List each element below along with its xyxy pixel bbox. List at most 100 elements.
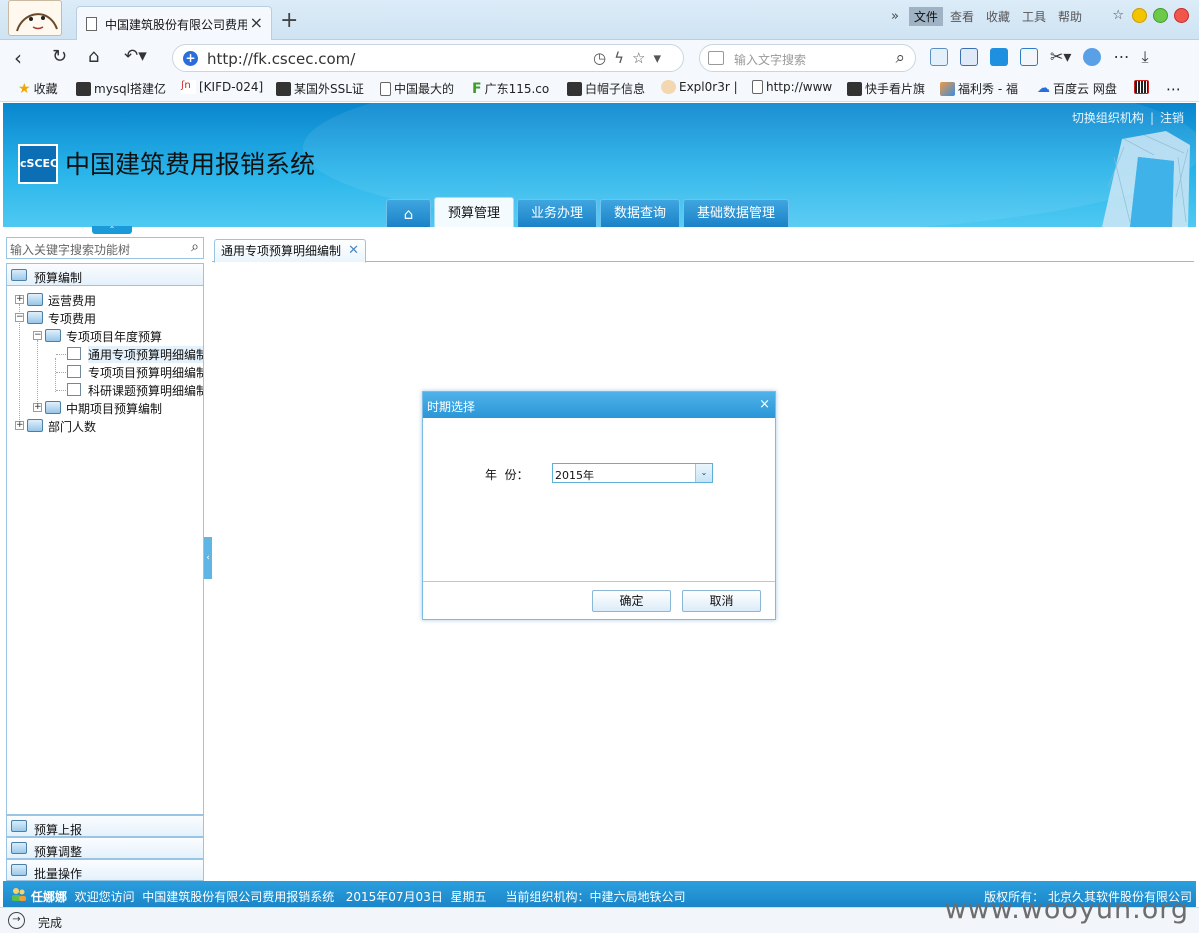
year-select[interactable]: 2015年 ⌄ [552, 463, 713, 483]
expand-icon[interactable]: + [15, 295, 24, 304]
star-icon: ★ [18, 80, 31, 97]
expand-icon[interactable]: + [33, 403, 42, 412]
logout-link[interactable]: 注销 [1160, 111, 1184, 125]
bookmark-item[interactable]: 快手看片旗 [847, 80, 925, 97]
bookmark-label: 中国最大的 [394, 82, 455, 96]
header-links: 切换组织机构 | 注销 [1071, 111, 1184, 125]
folder-icon [11, 864, 27, 876]
bookmark-label: 某国外SSL证 [294, 82, 364, 96]
tree-node-label: 通用专项预算明细编制 [88, 346, 203, 363]
maximize-button[interactable] [1153, 8, 1168, 23]
watermark: www.wooyun.org [944, 894, 1189, 925]
site-icon [661, 80, 676, 94]
translate-a-icon[interactable] [960, 48, 978, 66]
bookmark-item[interactable] [1134, 80, 1149, 94]
tab-business-handling[interactable]: 业务办理 [517, 199, 598, 227]
address-bar[interactable]: + http://fk.cscec.com/ ◷ϟ☆▾ [172, 44, 684, 72]
bookmark-item[interactable]: mysql搭建亿 [76, 80, 166, 97]
bookmark-favorites[interactable]: ★ 收藏 [18, 80, 58, 97]
tree-node-label: 中期项目预算编制 [66, 402, 163, 416]
menu-tools[interactable]: 工具 [1017, 7, 1051, 26]
address-bar-icons[interactable]: ◷ϟ☆▾ [593, 49, 669, 67]
tab-base-data-management[interactable]: 基础数据管理 [683, 199, 790, 227]
bookmark-item[interactable]: http://www [752, 80, 832, 94]
collapse-header-handle[interactable]: ⌃ [92, 226, 132, 234]
tree-search-input[interactable]: 输入关键字搜索功能树 ⌕ [6, 237, 204, 259]
url-text[interactable]: http://fk.cscec.com/ [207, 50, 355, 68]
dialog-body: 年 份： 2015年 ⌄ [423, 418, 775, 582]
search-box[interactable]: 输入文字搜索 ⌕ [699, 44, 916, 72]
undo-icon[interactable]: ↶▾ [124, 46, 147, 66]
cancel-button[interactable]: 取消 [682, 590, 761, 612]
search-icon[interactable]: ⌕ [191, 239, 199, 255]
translate-icon[interactable] [930, 48, 948, 66]
bookmarks-more-icon[interactable]: ⋯ [1166, 80, 1181, 98]
ok-button[interactable]: 确定 [592, 590, 671, 612]
screenshot-icon[interactable] [990, 48, 1008, 66]
switch-org-link[interactable]: 切换组织机构 [1072, 111, 1144, 125]
tab-data-query[interactable]: 数据查询 [600, 199, 681, 227]
building-icon [1102, 131, 1190, 227]
period-select-dialog: 时期选择 × 年 份： 2015年 ⌄ 确定 取消 [422, 391, 776, 620]
bookmark-item[interactable]: 某国外SSL证 [276, 80, 364, 97]
chevron-down-icon[interactable]: ⌄ [695, 464, 712, 482]
search-icon[interactable]: ⌕ [895, 48, 905, 68]
section-budget-adjust[interactable]: 预算调整 [6, 837, 204, 859]
bookmark-item[interactable]: ☁ 百度云 网盘 [1037, 80, 1117, 97]
bookmark-item[interactable]: 中国最大的 [380, 80, 454, 97]
notes-icon[interactable] [1020, 48, 1038, 66]
browser-tab[interactable]: 中国建筑股份有限公司费用 × [76, 6, 272, 40]
collapse-icon[interactable]: − [33, 331, 42, 340]
welcome-text: 欢迎您访问 中国建筑股份有限公司费用报销系统 [74, 890, 335, 904]
menu-help[interactable]: 帮助 [1053, 7, 1087, 26]
home-tab[interactable]: ⌂ [386, 199, 431, 227]
menu-file[interactable]: 文件 [908, 7, 943, 26]
download-icon[interactable]: ⤓ [1141, 48, 1148, 66]
bookmark-label: http://www [766, 80, 833, 94]
search-engine-icon[interactable] [708, 51, 724, 65]
close-window-button[interactable] [1174, 8, 1189, 23]
dialog-titlebar[interactable]: 时期选择 × [423, 392, 775, 418]
scissors-icon[interactable]: ✂▾ [1050, 48, 1071, 66]
bookmark-item[interactable]: 福利秀 - 福 [940, 80, 1018, 97]
close-icon[interactable]: × [759, 397, 770, 412]
back-icon[interactable]: ‹ [14, 46, 22, 70]
bookmark-item[interactable]: 白帽子信息 [567, 80, 645, 97]
folder-icon [11, 842, 27, 854]
chevron-right-icon[interactable]: » [891, 9, 899, 24]
new-tab-icon[interactable]: + [280, 8, 298, 33]
bookmark-item[interactable]: F 广东115.co [472, 80, 549, 97]
sidebar-splitter[interactable]: ‹ [204, 537, 212, 579]
menu-view[interactable]: 查看 [945, 7, 979, 26]
collapse-icon[interactable]: − [15, 313, 24, 322]
more-icon[interactable]: ⋯ [1113, 48, 1129, 66]
bookmark-item[interactable]: Expl0r3r | [661, 80, 738, 94]
arrow-right-icon[interactable]: → [8, 912, 25, 929]
folder-icon [27, 311, 43, 324]
bookmark-label: 广东115.co [484, 82, 550, 96]
tab-budget-management[interactable]: 预算管理 [434, 197, 515, 227]
site-icon [76, 81, 91, 96]
home-icon[interactable]: ⌂ [88, 46, 99, 67]
menu-favorites[interactable]: 收藏 [981, 7, 1015, 26]
puzzle-icon[interactable] [1083, 48, 1102, 66]
window-controls: ☆ [1112, 8, 1189, 23]
expand-icon[interactable]: + [15, 421, 24, 430]
bookmark-label: Expl0r3r | [679, 80, 738, 94]
user-avatar[interactable] [8, 0, 62, 36]
minimize-button[interactable] [1132, 8, 1147, 23]
tree-search-placeholder: 输入关键字搜索功能树 [10, 243, 131, 257]
refresh-icon[interactable]: ↻ [52, 46, 67, 67]
content-tab-general-special-budget[interactable]: 通用专项预算明细编制 ✕ [214, 239, 367, 263]
shield-icon: + [183, 51, 198, 66]
close-icon[interactable]: ✕ [348, 240, 359, 262]
section-batch-operations[interactable]: 批量操作 [6, 859, 204, 881]
pin-icon[interactable]: ☆ [1112, 8, 1124, 23]
close-tab-icon[interactable]: × [250, 13, 263, 32]
section-budget-compile[interactable]: 预算编制 [6, 263, 204, 286]
section-budget-report[interactable]: 预算上报 [6, 815, 204, 837]
page-icon [86, 17, 97, 31]
bookmark-item[interactable]: ʃn [KIFD-024] [181, 80, 263, 94]
browser-menu: » 文件 查看 收藏 工具 帮助 [891, 7, 1087, 26]
form-icon [67, 365, 81, 378]
